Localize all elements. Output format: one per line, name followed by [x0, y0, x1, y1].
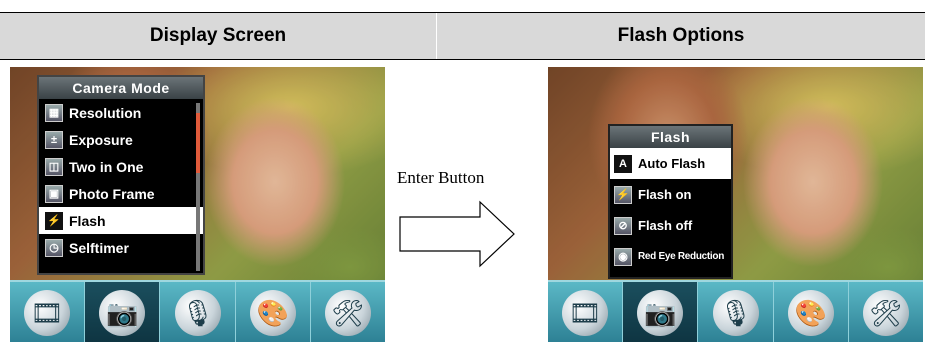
flash-icon: ⚡ [45, 211, 63, 230]
photo-frame-icon: ▣ [45, 184, 63, 203]
menu-item-label: Resolution [69, 104, 142, 121]
video-mode-icon: 🎞 [562, 290, 609, 336]
toolbar-settings[interactable]: 🛠 [849, 282, 923, 342]
menu-item-label: Photo Frame [69, 185, 155, 202]
settings-icon: 🛠 [324, 290, 371, 336]
preview-photo [548, 67, 923, 282]
menu-item-label: Red Eye Reduction [638, 251, 725, 262]
menu-item-flash[interactable]: ⚡ Flash [39, 207, 203, 234]
settings-icon: 🛠 [862, 290, 909, 336]
toolbar-camera-mode[interactable]: 📷 [623, 282, 699, 342]
menu-item-two-in-one[interactable]: ◫ Two in One [39, 153, 203, 180]
menu-scroll-thumb[interactable] [196, 113, 200, 173]
voice-mode-icon: 🎙 [174, 290, 221, 336]
menu-item-label: Flash off [638, 218, 693, 233]
menu-item-label: Auto Flash [638, 156, 706, 171]
toolbar-playback[interactable]: 🎨 [774, 282, 849, 342]
menu-item-label: Selftimer [69, 239, 129, 256]
auto-flash-icon: A [614, 154, 632, 173]
menu-item-flash-off[interactable]: ⊘ Flash off [610, 210, 731, 241]
display-screen: Camera Mode ▦ Resolution ± Exposure ◫ Tw… [10, 67, 385, 342]
menu-title: Camera Mode [39, 77, 203, 99]
menu-item-resolution[interactable]: ▦ Resolution [39, 99, 203, 126]
enter-button-label: Enter Button [397, 168, 485, 187]
flash-options-screen: Flash A Auto Flash ⚡ Flash on ⊘ Flash of… [548, 67, 923, 342]
menu-item-red-eye-reduction[interactable]: ◉ Red Eye Reduction [610, 241, 731, 272]
menu-item-label: Exposure [69, 131, 133, 148]
menu-title: Flash [610, 126, 731, 148]
flash-menu: Flash A Auto Flash ⚡ Flash on ⊘ Flash of… [608, 124, 733, 279]
menu-item-exposure[interactable]: ± Exposure [39, 126, 203, 153]
menu-scrollbar[interactable] [196, 103, 200, 271]
menu-item-flash-on[interactable]: ⚡ Flash on [610, 179, 731, 210]
resolution-icon: ▦ [45, 103, 63, 122]
right-arrow-icon [399, 200, 515, 268]
video-mode-icon: 🎞 [24, 290, 71, 336]
red-eye-icon: ◉ [614, 247, 632, 266]
toolbar-voice-mode[interactable]: 🎙 [160, 282, 236, 342]
display-screen-heading: Display Screen [0, 13, 436, 59]
voice-mode-icon: 🎙 [712, 290, 759, 336]
toolbar-voice-mode[interactable]: 🎙 [698, 282, 774, 342]
camera-mode-icon: 📷 [99, 290, 146, 336]
mode-toolbar: 🎞 📷 🎙 🎨 🛠 [10, 280, 385, 342]
selftimer-icon: ◷ [45, 238, 63, 257]
menu-item-label: Flash [69, 212, 106, 229]
toolbar-video-mode[interactable]: 🎞 [548, 282, 624, 342]
menu-item-photo-frame[interactable]: ▣ Photo Frame [39, 180, 203, 207]
menu-item-auto-flash[interactable]: A Auto Flash [610, 148, 731, 179]
header-bottom-rule [0, 59, 925, 60]
menu-item-selftimer[interactable]: ◷ Selftimer [39, 234, 203, 261]
toolbar-playback[interactable]: 🎨 [236, 282, 311, 342]
playback-icon: 🎨 [249, 290, 296, 336]
toolbar-camera-mode[interactable]: 📷 [85, 282, 161, 342]
camera-mode-menu: Camera Mode ▦ Resolution ± Exposure ◫ Tw… [37, 75, 205, 275]
two-in-one-icon: ◫ [45, 157, 63, 176]
playback-icon: 🎨 [787, 290, 834, 336]
toolbar-settings[interactable]: 🛠 [311, 282, 385, 342]
menu-item-label: Flash on [638, 187, 692, 202]
exposure-icon: ± [45, 130, 63, 149]
toolbar-video-mode[interactable]: 🎞 [10, 282, 86, 342]
flash-off-icon: ⊘ [614, 216, 632, 235]
flash-on-icon: ⚡ [614, 185, 632, 204]
camera-mode-icon: 📷 [637, 290, 684, 336]
mode-toolbar: 🎞 📷 🎙 🎨 🛠 [548, 280, 923, 342]
flash-options-heading: Flash Options [437, 13, 925, 59]
menu-item-label: Two in One [69, 158, 144, 175]
